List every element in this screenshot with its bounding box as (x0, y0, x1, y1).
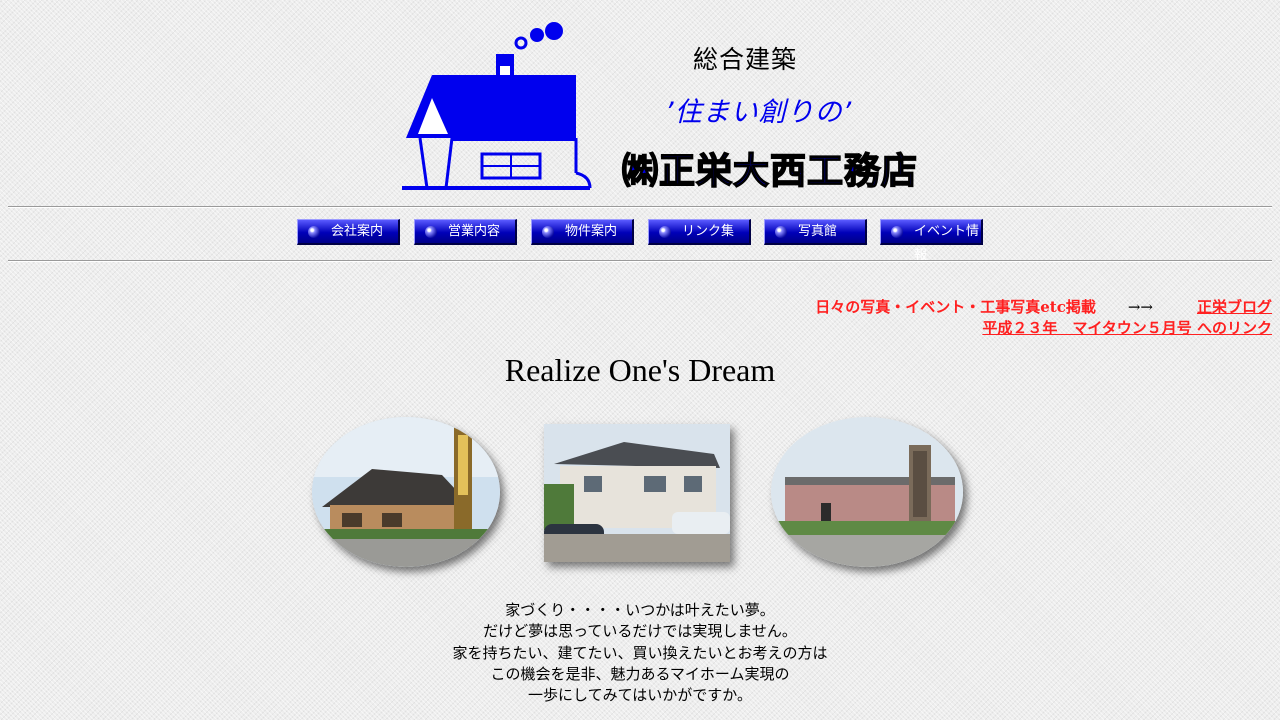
blog-description: 日々の写真・イベント・工事写真etc掲載 (815, 298, 1096, 316)
tagline-general-construction: 総合建築 (693, 45, 798, 74)
blue-bullet-icon (659, 226, 671, 238)
tagline-home-creation: ’住まい創りの’ (665, 97, 853, 128)
intro-line: 家づくり・・・・いつかは叶えたい夢。 (505, 601, 775, 619)
photo-restaurant (312, 417, 500, 567)
nav-label: 会社案内 (331, 224, 384, 239)
nav-label: リンク集 (682, 224, 735, 239)
nav-label: 営業内容 (448, 224, 501, 239)
nav-button-events[interactable]: イベント情報 (880, 219, 983, 263)
divider-bottom (8, 260, 1272, 262)
site-header: 総合建築 ’住まい創りの’ ㈱正栄大西工務店 (400, 18, 918, 194)
intro-line: 家を持ちたい、建てたい、買い換えたいとお考えの方は (452, 643, 828, 662)
main-nav: 会社案内 営業内容 物件案内 リンク集 写真館 イベント情報 (297, 219, 987, 263)
blue-bullet-icon (308, 226, 320, 238)
divider-top (8, 206, 1272, 208)
page-headline: Realize One's Dream (504, 352, 776, 388)
nav-button-properties[interactable]: 物件案内 (531, 219, 634, 245)
intro-text: 家づくり・・・・いつかは叶えたい夢。 だけど夢は思っているだけでは実現しません。… (0, 600, 1280, 706)
mytown-link[interactable]: 平成２３年 マイタウン５月号 へのリンク (982, 317, 1272, 338)
nav-button-company-info[interactable]: 会社案内 (297, 219, 400, 245)
arrow-text: →→ (1127, 298, 1153, 316)
intro-line: だけど夢は思っているだけでは実現しません。 (483, 622, 797, 641)
nav-button-business[interactable]: 営業内容 (414, 219, 517, 245)
nav-label: 物件案内 (565, 224, 618, 239)
intro-line: この機会を是非、魅力あるマイホーム実現の (490, 664, 790, 683)
house-logo-icon (402, 22, 592, 190)
blog-announcement: 日々の写真・イベント・工事写真etc掲載 →→ 正栄ブログ (815, 296, 1272, 317)
intro-line: 一歩にしてみてはいかがですか。 (528, 686, 752, 705)
company-name: ㈱正栄大西工務店 (621, 150, 919, 193)
photo-house (544, 424, 730, 562)
blue-bullet-icon (542, 226, 554, 238)
blog-link[interactable]: 正栄ブログ (1197, 298, 1272, 316)
blue-bullet-icon (775, 226, 787, 238)
blue-bullet-icon (891, 226, 903, 238)
nav-label: 写真館 (798, 224, 838, 239)
photo-building (771, 417, 963, 567)
nav-button-links[interactable]: リンク集 (648, 219, 751, 245)
blue-bullet-icon (425, 226, 437, 238)
nav-button-gallery[interactable]: 写真館 (764, 219, 867, 245)
